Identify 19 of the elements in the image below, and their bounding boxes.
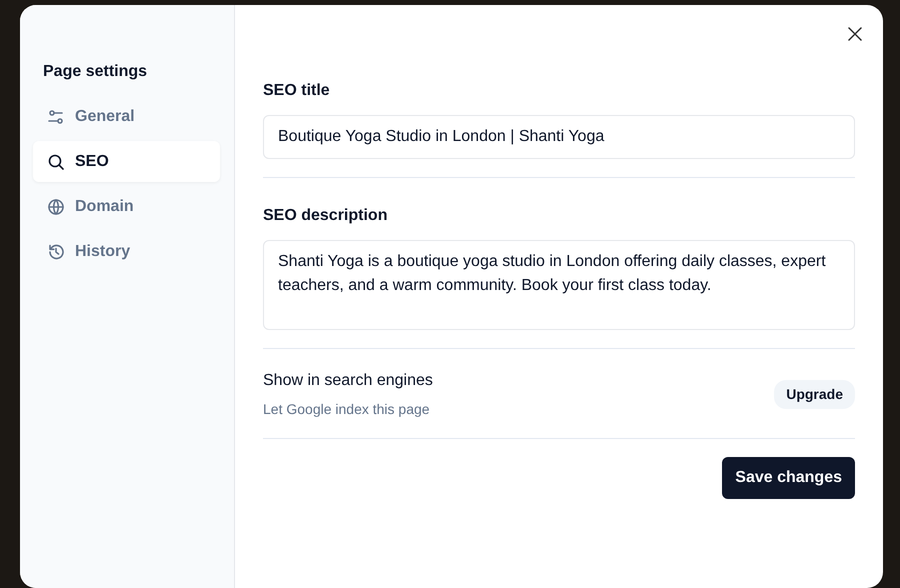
seo-title-field[interactable]: Boutique Yoga Studio in London | Shanti Yoga — [263, 115, 855, 159]
close-icon — [848, 27, 862, 41]
setting-description: Let Google index this page — [263, 400, 431, 419]
close-button[interactable] — [846, 25, 864, 43]
history-icon — [47, 242, 65, 260]
sidebar-item[interactable]: History — [33, 231, 220, 272]
sidebar-title: Page settings — [42, 62, 148, 82]
sidebar-item[interactable]: General — [33, 96, 220, 137]
globe-icon — [47, 198, 65, 216]
field-label: SEO title — [263, 81, 331, 101]
seo-description-field[interactable]: Shanti Yoga is a boutique yoga studio in London offering daily classes, expert teachers, and a warm community. Book your first class today. — [263, 240, 855, 330]
field-label: SEO description — [263, 206, 388, 226]
setting-title: Show in search engines — [263, 371, 433, 391]
sidebar-item[interactable]: Domain — [33, 186, 220, 227]
sidebar-item[interactable]: SEO — [33, 141, 220, 182]
upgrade-button[interactable]: Upgrade — [774, 380, 855, 409]
sliders-icon — [47, 108, 65, 126]
save-button[interactable]: Save changes — [722, 457, 855, 499]
search-icon — [47, 152, 65, 170]
